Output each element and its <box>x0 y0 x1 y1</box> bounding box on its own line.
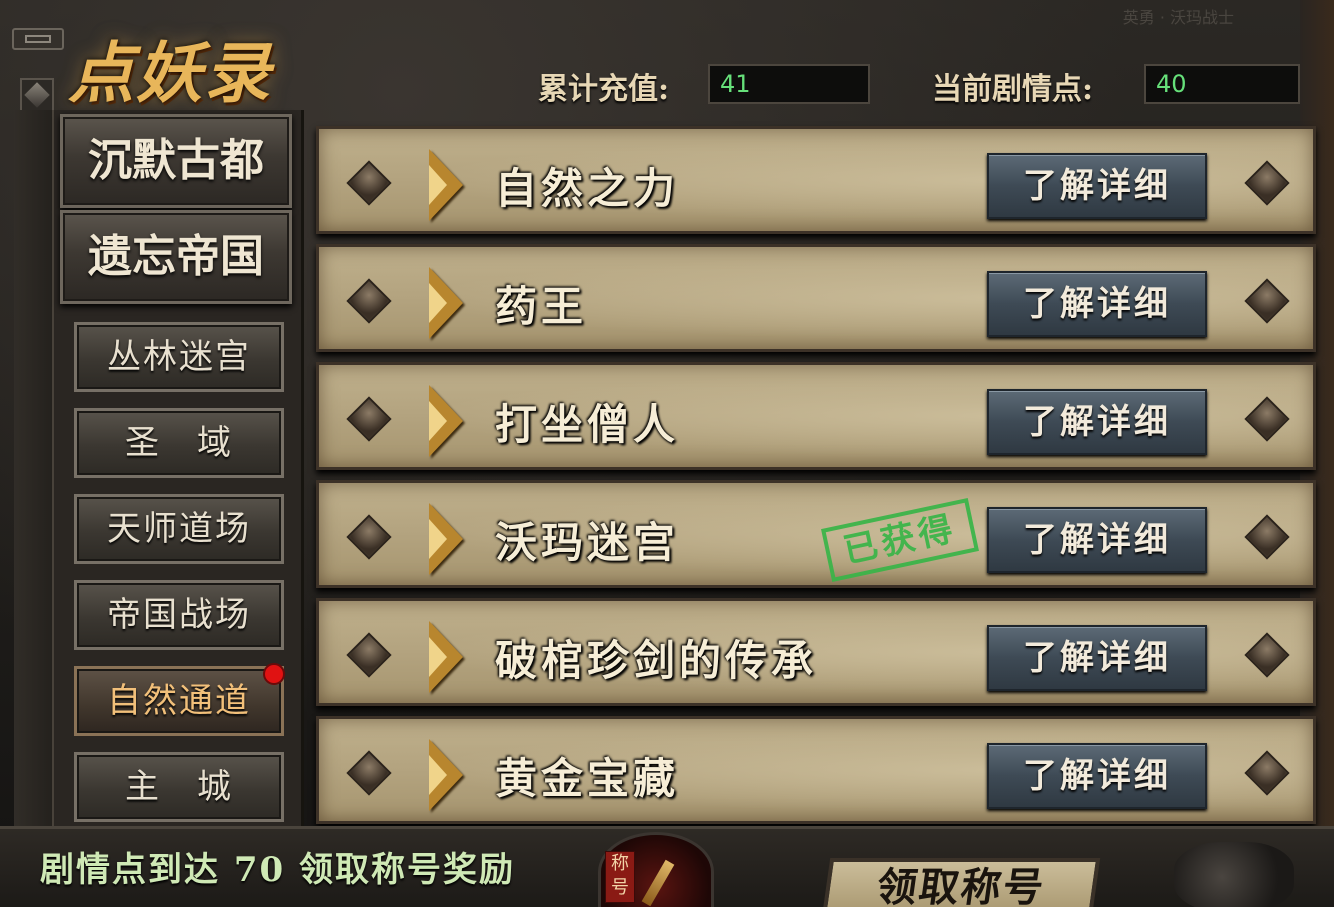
list-item: 沃玛迷宫 已获得 了解详细 <box>316 480 1316 588</box>
list-item: 黄金宝藏 了解详细 <box>316 716 1316 824</box>
list-item: 破棺珍剑的传承 了解详细 <box>316 598 1316 706</box>
arrow-icon <box>429 267 463 339</box>
minimize-icon[interactable] <box>12 28 64 50</box>
item-title: 黄金宝藏 <box>495 754 680 803</box>
detail-button[interactable]: 了解详细 <box>987 389 1207 455</box>
title-tag: 称号 <box>605 851 635 903</box>
item-title: 破棺珍剑的传承 <box>495 636 818 685</box>
reward-hint: 剧情点到达 70 领取称号奖励 <box>40 850 515 890</box>
gem-icon <box>1244 396 1290 442</box>
detail-button[interactable]: 了解详细 <box>987 153 1207 219</box>
obtained-stamp: 已获得 <box>821 497 979 583</box>
tab-silent-capital[interactable]: 沉默古都 <box>60 114 292 208</box>
subtab-jungle-maze[interactable]: 丛林迷宫 <box>74 322 284 392</box>
subtab-main-city[interactable]: 主 城 <box>74 752 284 822</box>
tab-forgotten-empire[interactable]: 遗忘帝国 <box>60 210 292 304</box>
gem-icon <box>346 396 392 442</box>
notification-dot-icon <box>263 663 285 685</box>
detail-button[interactable]: 了解详细 <box>987 271 1207 337</box>
gem-icon <box>346 632 392 678</box>
gem-icon <box>346 278 392 324</box>
gem-icon <box>1244 278 1290 324</box>
pen-icon <box>641 859 675 907</box>
subtab-nature-passage[interactable]: 自然通道 <box>74 663 285 736</box>
subtab-nature-passage-label: 自然通道 <box>107 681 251 721</box>
back-diamond-icon[interactable] <box>20 78 54 112</box>
quest-list: 自然之力 了解详细 药王 了解详细 打坐僧人 了解详细 沃玛迷宫 已获得 了解详… <box>306 120 1320 824</box>
detail-button[interactable]: 了解详细 <box>987 743 1207 809</box>
item-title: 药王 <box>495 282 588 331</box>
arrow-icon <box>429 385 463 457</box>
story-points-value: 40 <box>1144 64 1300 104</box>
list-item: 打坐僧人 了解详细 <box>316 362 1316 470</box>
item-title: 沃玛迷宫 <box>495 518 680 567</box>
recharge-value: 41 <box>708 64 870 104</box>
list-item: 药王 了解详细 <box>316 244 1316 352</box>
item-title: 打坐僧人 <box>495 400 680 449</box>
panel-logo: 点妖录 <box>68 34 272 112</box>
arrow-icon <box>429 621 463 693</box>
subtab-empire-battlefield[interactable]: 帝国战场 <box>74 580 284 650</box>
arrow-icon <box>429 503 463 575</box>
arrow-icon <box>429 739 463 811</box>
gem-icon <box>346 160 392 206</box>
subtab-holy-domain[interactable]: 圣 域 <box>74 408 284 478</box>
story-points-label: 当前剧情点: <box>932 72 1094 107</box>
skull-decoration-icon <box>1174 842 1294 907</box>
list-item: 自然之力 了解详细 <box>316 126 1316 234</box>
item-title: 自然之力 <box>495 164 680 213</box>
gem-icon <box>1244 632 1290 678</box>
map-hint-text: 英勇 · 沃玛战士 <box>1122 8 1234 27</box>
title-emblem-icon: 称号 <box>598 832 714 907</box>
gem-icon <box>346 750 392 796</box>
left-rail <box>14 110 54 830</box>
arrow-icon <box>429 149 463 221</box>
claim-title-button[interactable]: 领取称号 <box>821 858 1101 907</box>
subtab-taoist-arena[interactable]: 天师道场 <box>74 494 284 564</box>
gem-icon <box>1244 750 1290 796</box>
gem-icon <box>1244 160 1290 206</box>
detail-button[interactable]: 了解详细 <box>987 507 1207 573</box>
detail-button[interactable]: 了解详细 <box>987 625 1207 691</box>
gem-icon <box>1244 514 1290 560</box>
recharge-label: 累计充值: <box>538 72 670 107</box>
gem-icon <box>346 514 392 560</box>
